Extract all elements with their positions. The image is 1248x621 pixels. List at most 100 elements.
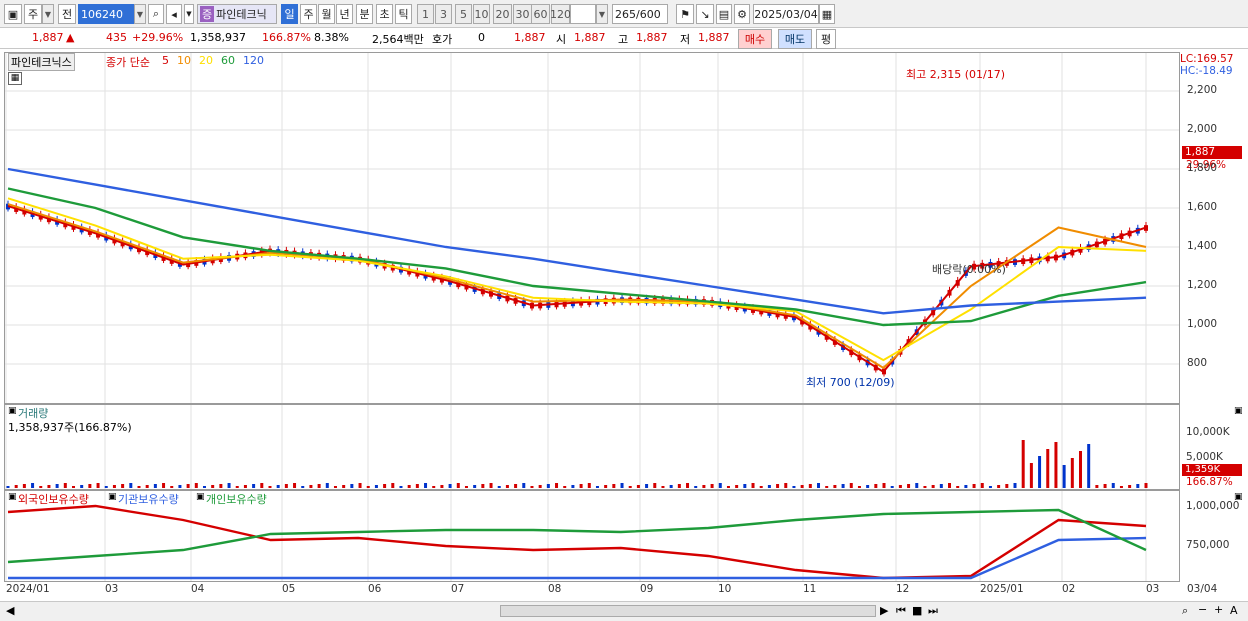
x-tick: 12 — [896, 583, 910, 595]
open-price: 1,887 — [574, 31, 606, 44]
stock-name: 파인테크닉 — [216, 8, 267, 21]
candle-icon[interactable]: ⚑ — [676, 4, 694, 24]
search-icon[interactable]: ⌕ — [148, 4, 164, 24]
interval-tab[interactable]: 60 — [531, 4, 550, 24]
scroll-right-icon[interactable]: ▶ — [880, 604, 888, 617]
ma-label: 종가 단순 — [106, 56, 150, 69]
count-field[interactable]: 265/600 — [612, 4, 668, 24]
annot-high: 최고 2,315 (01/17) — [906, 68, 1006, 81]
hoga-label: 호가 — [432, 33, 453, 46]
x-tick: 05 — [282, 583, 296, 595]
x-tick: 03 — [1146, 583, 1160, 595]
first-icon[interactable]: ⏮ — [896, 604, 906, 618]
eval-button[interactable]: 평 — [816, 29, 836, 49]
pane-icon: ▣ — [196, 492, 205, 502]
period-tab[interactable]: 월 — [318, 4, 335, 24]
period-tab[interactable]: 일 — [281, 4, 298, 24]
period-tab[interactable]: 주 — [300, 4, 317, 24]
hold-ytick: 750,000 — [1186, 539, 1230, 551]
window-icon[interactable]: ▣ — [4, 4, 22, 24]
ref-button[interactable]: 전 — [58, 4, 76, 24]
hoga-value: 0 — [478, 31, 485, 44]
period-tab[interactable]: 년 — [336, 4, 353, 24]
scroll-left-icon[interactable]: ◀ — [6, 604, 14, 617]
holding-pane — [4, 490, 1180, 582]
stop-icon[interactable]: ■ — [912, 604, 922, 617]
high-price: 1,887 — [636, 31, 668, 44]
stock-title[interactable]: 파인테크닉스 — [8, 53, 75, 71]
font-icon[interactable]: A — [1230, 604, 1238, 617]
interval-tab[interactable]: 1 — [417, 4, 434, 24]
x-tick: 11 — [803, 583, 817, 595]
stock-name-field: 증 파인테크닉 — [197, 4, 277, 24]
hc-value: HC:-18.49 — [1180, 65, 1233, 77]
institution-title: 기관보유수량 — [118, 493, 179, 506]
scroll-thumb[interactable] — [500, 605, 876, 617]
save-icon[interactable]: ▤ — [716, 4, 732, 24]
change-value: 435 — [106, 31, 127, 44]
draw-tool-icon[interactable]: ↘ — [696, 4, 714, 24]
interval-tab[interactable]: 120 — [550, 4, 571, 24]
period-tab[interactable]: 틱 — [395, 4, 412, 24]
zoom-in-icon[interactable]: + — [1214, 603, 1223, 616]
turnover: 8.38% — [314, 31, 349, 44]
price-ytick: 2,200 — [1187, 84, 1218, 96]
x-tick: 03/04 — [1187, 583, 1218, 595]
unit-select[interactable] — [570, 4, 596, 24]
buy-button[interactable]: 매수 — [738, 29, 772, 49]
sell-button[interactable]: 매도 — [778, 29, 812, 49]
gear-icon[interactable]: ⚙ — [734, 4, 750, 24]
chevron-down-icon[interactable]: ▼ — [596, 4, 608, 24]
chevron-down-icon[interactable]: ▼ — [184, 4, 194, 24]
volume-pane — [4, 404, 1180, 490]
annot-dividend: 배당락(0.00%) — [932, 263, 1006, 276]
hoga-price: 1,887 — [514, 31, 546, 44]
price-ytick: 1,200 — [1187, 279, 1218, 291]
zoom-out-icon[interactable]: − — [1198, 603, 1207, 616]
interval-tab[interactable]: 5 — [455, 4, 472, 24]
date-input[interactable]: 2025/03/04 — [753, 4, 819, 24]
period-tab[interactable]: 분 — [356, 4, 373, 24]
x-tick: 06 — [368, 583, 382, 595]
close-icon[interactable]: ▣ — [1234, 492, 1243, 502]
zoom-icon[interactable]: ⌕ — [1182, 604, 1188, 618]
count-value: 265 — [615, 7, 636, 21]
table-icon[interactable]: ▦ — [8, 72, 22, 85]
x-tick: 2024/01 — [6, 583, 50, 595]
pane-icon: ▣ — [8, 492, 17, 502]
last-volume-marker: 1,359K — [1182, 464, 1242, 476]
current-price: 1,887 — [32, 31, 64, 44]
stock-badge-icon: 증 — [200, 6, 215, 22]
calendar-icon[interactable]: ▦ — [819, 4, 835, 24]
ma-legend-item: 120 — [243, 54, 264, 67]
period-tab[interactable]: 초 — [376, 4, 393, 24]
speaker-icon[interactable]: ◂ — [166, 4, 182, 24]
change-pct: +29.96% — [132, 31, 184, 44]
price-ytick: 800 — [1187, 357, 1208, 369]
next-icon[interactable]: ⏭ — [928, 604, 938, 618]
high-label: 고 — [618, 33, 629, 46]
close-icon[interactable]: ▣ — [1234, 406, 1243, 416]
chevron-down-icon[interactable]: ▼ — [134, 4, 146, 24]
stock-code-input[interactable]: 106240 — [78, 4, 134, 24]
chevron-down-icon[interactable]: ▼ — [42, 4, 54, 24]
ma-legend-item: 60 — [221, 54, 235, 67]
price-ytick: 1,800 — [1187, 162, 1218, 174]
vol-ytick: 10,000K — [1186, 426, 1230, 438]
foreign-title: 외국인보유수량 — [18, 493, 89, 506]
interval-tab[interactable]: 20 — [493, 4, 512, 24]
ma-legend-item: 20 — [199, 54, 213, 67]
trade-amount: 2,564백만 — [372, 33, 424, 46]
interval-tab[interactable]: 30 — [513, 4, 532, 24]
x-tick: 07 — [451, 583, 465, 595]
low-label: 저 — [680, 33, 691, 46]
x-tick: 03 — [105, 583, 119, 595]
price-ytick: 1,000 — [1187, 318, 1218, 330]
scroll-bar[interactable]: ◀ ▶ ⏮ ■ ⏭ ⌕ − + A — [0, 601, 1248, 621]
interval-tab[interactable]: 10 — [473, 4, 490, 24]
market-select[interactable]: 주 — [24, 4, 42, 24]
vol-ytick: 5,000K — [1186, 451, 1223, 463]
interval-tab[interactable]: 3 — [435, 4, 452, 24]
price-ytick: 1,600 — [1187, 201, 1218, 213]
price-pane — [4, 52, 1180, 404]
